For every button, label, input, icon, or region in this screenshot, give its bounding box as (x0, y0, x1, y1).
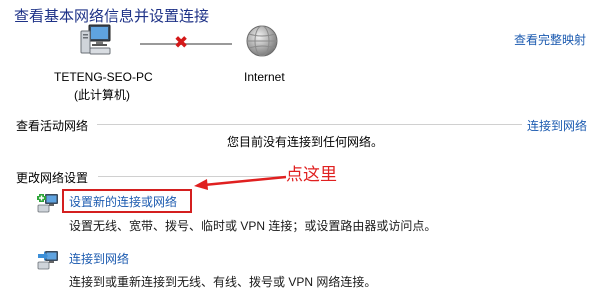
no-connection-status: 您目前没有连接到任何网络。 (227, 135, 384, 149)
computer-icon (80, 24, 111, 55)
connect-to-network-desc: 连接到或重新连接到无线、有线、拨号或 VPN 网络连接。 (69, 275, 377, 289)
change-settings-label: 更改网络设置 (16, 171, 89, 185)
annotation-text: 点这里 (286, 165, 337, 184)
new-connection-icon (37, 194, 58, 213)
setup-new-connection-link[interactable]: 设置新的连接或网络 (69, 193, 177, 210)
computer-name-label: TETENG-SEO-PC (54, 70, 153, 84)
computer-sub-label: (此计算机) (74, 88, 130, 102)
active-networks-divider (97, 124, 522, 125)
connect-network-icon (37, 251, 58, 270)
annotation-arrow-icon (194, 175, 287, 190)
connect-to-network-link[interactable]: 连接到网络 (527, 117, 587, 134)
connect-to-network-task-link[interactable]: 连接到网络 (69, 250, 129, 267)
internet-globe-icon (246, 25, 278, 57)
disconnected-x-icon[interactable]: ✖ (174, 33, 188, 53)
setup-new-connection-desc: 设置无线、宽带、拨号、临时或 VPN 连接；或设置路由器或访问点。 (69, 219, 437, 233)
internet-label: Internet (244, 70, 285, 84)
view-full-map-link[interactable]: 查看完整映射 (514, 31, 586, 48)
active-networks-label: 查看活动网络 (16, 119, 89, 133)
